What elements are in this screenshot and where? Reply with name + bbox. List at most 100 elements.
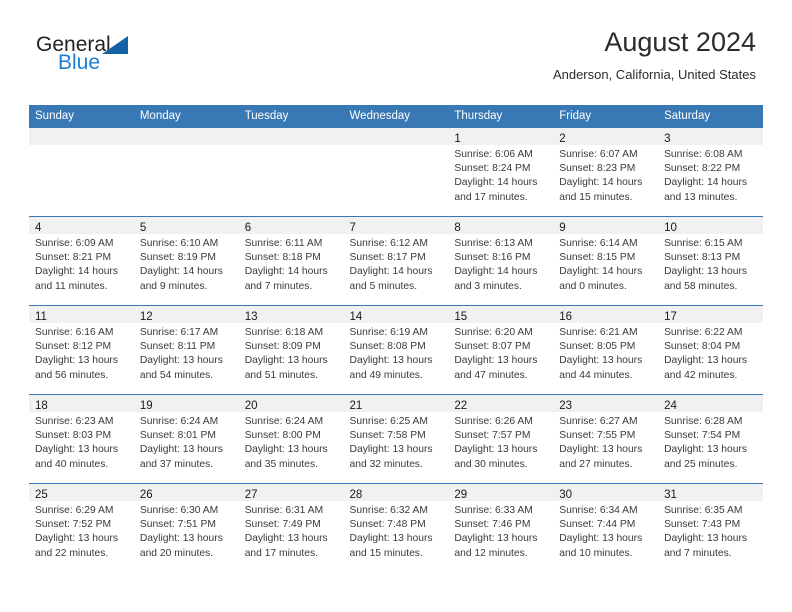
daylight-text-line1: Daylight: 13 hours — [35, 355, 118, 367]
day-cell-inner: 11 Sunrise: 6:16 AM Sunset: 8:12 PM Dayligh… — [29, 306, 134, 394]
sunset-text: Sunset: 8:23 PM — [559, 163, 636, 175]
sunrise-text: Sunrise: 6:11 AM — [244, 238, 323, 249]
sunset-text: Sunset: 8:12 PM — [35, 341, 112, 353]
sunset-text: Sunset: 7:44 PM — [559, 519, 636, 531]
day-number-strip: 12 — [133, 306, 239, 323]
calendar-day-cell[interactable]: 31 Sunrise: 6:35 AM Sunset: 7:43 PM Dayligh… — [658, 483, 763, 572]
daylight-text-line1: Daylight: 13 hours — [139, 533, 223, 545]
day-number-strip: 13 — [238, 306, 344, 323]
calendar-day-cell[interactable]: 10 Sunrise: 6:15 AM Sunset: 8:13 PM Dayligh… — [658, 216, 763, 306]
daylight-text-line1: Daylight: 13 hours — [454, 533, 538, 545]
calendar-day-cell[interactable]: 20 Sunrise: 6:24 AM Sunset: 8:00 PM Dayligh… — [238, 394, 344, 484]
calendar-page: General Blue August 2024 Anderson, Calif… — [0, 0, 792, 612]
calendar-day-cell[interactable]: 1 Sunrise: 6:06 AM Sunset: 8:24 PM Daylight… — [448, 127, 554, 217]
day-number: 18 — [35, 400, 48, 412]
daylight-text-line2: and 58 minutes. — [664, 280, 738, 292]
day-number: 11 — [35, 311, 47, 323]
calendar-day-cell[interactable]: 2 Sunrise: 6:07 AM Sunset: 8:23 PM Daylight… — [553, 127, 659, 217]
calendar-day-cell[interactable]: 11 Sunrise: 6:16 AM Sunset: 8:12 PM Dayligh… — [29, 305, 134, 395]
calendar-day-cell[interactable]: 25 Sunrise: 6:29 AM Sunset: 7:52 PM Dayligh… — [29, 483, 134, 572]
day-number: 16 — [559, 311, 573, 323]
day-cell-inner: 16 Sunrise: 6:21 AM Sunset: 8:05 PM Dayligh… — [553, 306, 659, 394]
day-cell-inner: 25 Sunrise: 6:29 AM Sunset: 7:52 PM Dayligh… — [29, 484, 134, 572]
day-cell-inner: 15 Sunrise: 6:20 AM Sunset: 8:07 PM Dayligh… — [448, 306, 554, 394]
daylight-text-line1: Daylight: 13 hours — [664, 355, 748, 367]
calendar-container: Sunday Monday Tuesday Wednesday Thursday Frid… — [29, 105, 763, 572]
calendar-day-cell[interactable]: 6 Sunrise: 6:11 AM Sunset: 8:18 PM Daylight… — [238, 216, 344, 306]
daylight-text-line1: Daylight: 13 hours — [349, 355, 433, 367]
calendar-day-cell[interactable]: 22 Sunrise: 6:26 AM Sunset: 7:57 PM Dayligh… — [448, 394, 554, 484]
daylight-text-line2: and 56 minutes. — [35, 369, 109, 381]
calendar-day-cell[interactable]: 27 Sunrise: 6:31 AM Sunset: 7:49 PM Dayligh… — [238, 483, 344, 572]
weekday-header-monday: Monday — [133, 105, 239, 128]
day-number: 8 — [454, 222, 461, 234]
day-number: 5 — [139, 222, 147, 234]
day-cell-inner: 27 Sunrise: 6:31 AM Sunset: 7:49 PM Dayligh… — [238, 484, 344, 572]
calendar-day-cell[interactable]: 3 Sunrise: 6:08 AM Sunset: 8:22 PM Daylight… — [658, 127, 763, 217]
daylight-text-line2: and 10 minutes. — [559, 547, 633, 559]
calendar-day-cell[interactable]: 18 Sunrise: 6:23 AM Sunset: 8:03 PM Dayligh… — [29, 394, 134, 484]
general-blue-logo[interactable]: General Blue — [36, 34, 156, 80]
sunrise-text: Sunrise: 6:28 AM — [664, 416, 743, 427]
daylight-text-line1: Daylight: 13 hours — [559, 533, 643, 545]
day-cell-inner: 14 Sunrise: 6:19 AM Sunset: 8:08 PM Dayligh… — [343, 306, 449, 394]
calendar-day-cell[interactable]: 29 Sunrise: 6:33 AM Sunset: 7:46 PM Dayligh… — [448, 483, 554, 572]
day-cell-inner: 21 Sunrise: 6:25 AM Sunset: 7:58 PM Dayligh… — [343, 395, 449, 483]
calendar-day-cell[interactable]: 12 Sunrise: 6:17 AM Sunset: 8:11 PM Dayligh… — [133, 305, 239, 395]
calendar-day-cell[interactable]: 28 Sunrise: 6:32 AM Sunset: 7:48 PM Dayligh… — [343, 483, 449, 572]
day-cell-inner: 31 Sunrise: 6:35 AM Sunset: 7:43 PM Dayligh… — [658, 484, 763, 572]
daylight-text-line2: and 7 minutes. — [664, 547, 732, 559]
daylight-text-line1: Daylight: 13 hours — [244, 533, 328, 545]
day-number: 7 — [349, 222, 356, 234]
calendar-week-row: 1 Sunrise: 6:06 AM Sunset: 8:24 PM Daylight… — [29, 127, 763, 217]
day-details: Sunrise: 6:31 AM Sunset: 7:49 PM Daylight:… — [239, 501, 344, 561]
daylight-text-line1: Daylight: 14 hours — [664, 177, 748, 189]
calendar-day-cell[interactable]: 4 Sunrise: 6:09 AM Sunset: 8:21 PM Daylight… — [29, 216, 134, 306]
day-number-strip: 3 — [658, 128, 763, 145]
calendar-day-cell[interactable]: 17 Sunrise: 6:22 AM Sunset: 8:04 PM Dayligh… — [658, 305, 763, 395]
calendar-day-cell[interactable]: 23 Sunrise: 6:27 AM Sunset: 7:55 PM Dayligh… — [553, 394, 659, 484]
calendar-day-cell[interactable]: 16 Sunrise: 6:21 AM Sunset: 8:05 PM Dayligh… — [553, 305, 659, 395]
day-details: Sunrise: 6:24 AM Sunset: 8:00 PM Daylight:… — [239, 412, 344, 472]
calendar-day-cell[interactable]: 15 Sunrise: 6:20 AM Sunset: 8:07 PM Dayligh… — [448, 305, 554, 395]
calendar-day-cell[interactable]: 7 Sunrise: 6:12 AM Sunset: 8:17 PM Daylight… — [343, 216, 449, 306]
calendar-day-cell[interactable]: 19 Sunrise: 6:24 AM Sunset: 8:01 PM Dayligh… — [133, 394, 239, 484]
day-number-strip: 14 — [343, 306, 449, 323]
calendar-cell-empty — [133, 127, 239, 217]
day-cell-inner: 7 Sunrise: 6:12 AM Sunset: 8:17 PM Daylight… — [343, 217, 449, 305]
day-number-strip — [343, 128, 449, 145]
day-number-strip: 7 — [343, 217, 449, 234]
calendar-day-cell[interactable]: 24 Sunrise: 6:28 AM Sunset: 7:54 PM Dayligh… — [658, 394, 763, 484]
day-number: 26 — [139, 489, 153, 501]
calendar-day-cell[interactable]: 21 Sunrise: 6:25 AM Sunset: 7:58 PM Dayligh… — [343, 394, 449, 484]
calendar-day-cell[interactable]: 9 Sunrise: 6:14 AM Sunset: 8:15 PM Daylight… — [553, 216, 659, 306]
daylight-text-line1: Daylight: 13 hours — [559, 355, 643, 367]
sunset-text: Sunset: 8:05 PM — [559, 341, 636, 353]
calendar-day-cell[interactable]: 30 Sunrise: 6:34 AM Sunset: 7:44 PM Dayligh… — [553, 483, 659, 572]
sunrise-text: Sunrise: 6:33 AM — [454, 505, 533, 516]
calendar-day-cell[interactable]: 5 Sunrise: 6:10 AM Sunset: 8:19 PM Daylight… — [133, 216, 239, 306]
daylight-text-line1: Daylight: 14 hours — [35, 266, 118, 278]
day-cell-inner: 1 Sunrise: 6:06 AM Sunset: 8:24 PM Daylight… — [448, 128, 554, 216]
daylight-text-line2: and 5 minutes. — [349, 280, 418, 292]
day-details: Sunrise: 6:08 AM Sunset: 8:22 PM Daylight:… — [658, 145, 763, 205]
sunrise-text: Sunrise: 6:09 AM — [35, 238, 114, 249]
calendar-day-cell[interactable]: 13 Sunrise: 6:18 AM Sunset: 8:09 PM Dayligh… — [238, 305, 344, 395]
sunrise-text: Sunrise: 6:10 AM — [139, 238, 219, 249]
sunrise-text: Sunrise: 6:17 AM — [139, 327, 219, 338]
calendar-day-cell[interactable]: 8 Sunrise: 6:13 AM Sunset: 8:16 PM Daylight… — [448, 216, 554, 306]
sunrise-text: Sunrise: 6:24 AM — [139, 416, 219, 427]
sunrise-text: Sunrise: 6:31 AM — [244, 505, 324, 516]
sunset-text: Sunset: 8:21 PM — [35, 252, 112, 264]
calendar-day-cell[interactable]: 14 Sunrise: 6:19 AM Sunset: 8:08 PM Dayligh… — [343, 305, 449, 395]
daylight-text-line2: and 47 minutes. — [454, 369, 528, 381]
calendar-day-cell[interactable]: 26 Sunrise: 6:30 AM Sunset: 7:51 PM Dayligh… — [133, 483, 239, 572]
weekday-header-sunday: Sunday — [29, 105, 134, 128]
day-number: 3 — [664, 133, 671, 145]
sunrise-text: Sunrise: 6:06 AM — [454, 149, 533, 160]
calendar-cell-empty — [238, 127, 344, 217]
daylight-text-line2: and 15 minutes. — [349, 547, 423, 559]
calendar-week-row: 4 Sunrise: 6:09 AM Sunset: 8:21 PM Daylight… — [29, 216, 763, 306]
day-number: 1 — [454, 133, 461, 145]
day-number: 4 — [35, 222, 42, 234]
